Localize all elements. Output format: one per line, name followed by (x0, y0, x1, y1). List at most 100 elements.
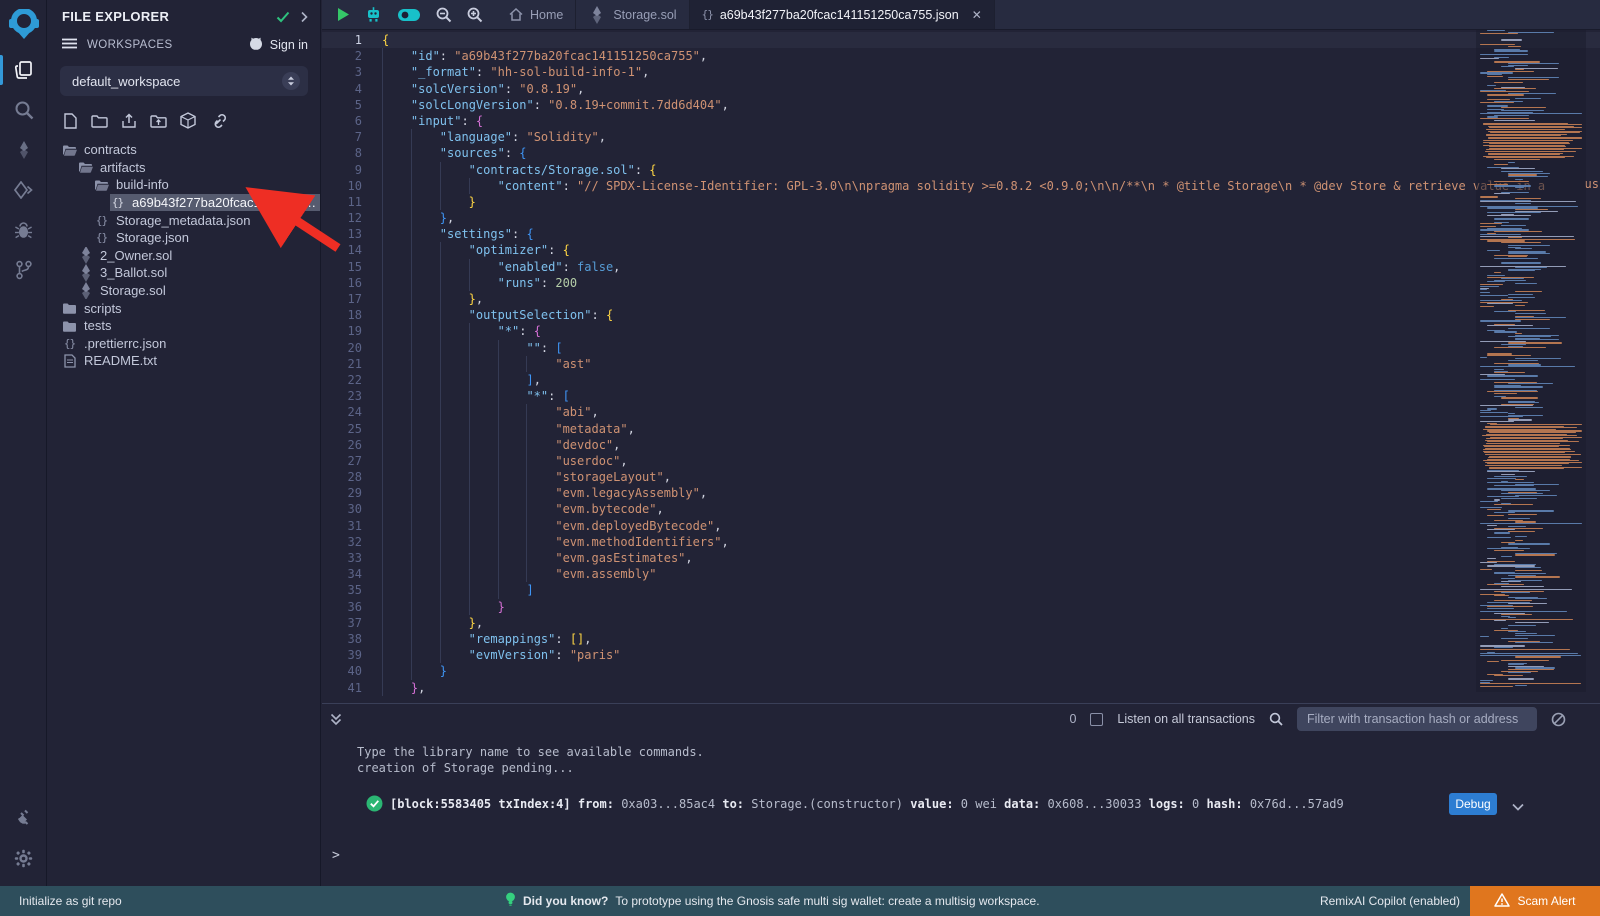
minimap[interactable] (1476, 30, 1586, 692)
link-icon[interactable] (209, 113, 227, 129)
tab-Storage.sol[interactable]: Storage.sol (576, 0, 689, 29)
code-line: 20 "": [ (322, 340, 1600, 356)
listen-all-checkbox[interactable] (1090, 713, 1103, 726)
upload-folder-icon[interactable] (150, 114, 167, 128)
copilot-toggle[interactable] (397, 8, 421, 22)
listen-all-label: Listen on all transactions (1117, 712, 1255, 726)
folder-open-icon (78, 161, 93, 173)
clear-console-icon[interactable] (1551, 712, 1566, 727)
terminal-collapse-icon[interactable] (330, 713, 342, 726)
check-icon (276, 11, 290, 23)
file-explorer-icon (14, 60, 34, 80)
tx-count-badge: 0 (1069, 712, 1076, 726)
rail-item-solidity-compiler[interactable] (0, 130, 47, 170)
lightbulb-icon (505, 892, 516, 910)
icon-rail (0, 0, 47, 886)
tree-item[interactable]: {}Storage_metadata.json (94, 211, 320, 229)
code-line: 34 "evm.assembly" (322, 566, 1600, 582)
tab-a69b43f277ba20fcac141151250ca755.json[interactable]: {}a69b43f277ba20fcac141151250ca755.json✕ (690, 0, 995, 29)
tab-label: Storage.sol (613, 8, 676, 22)
code-line: 37 }, (322, 615, 1600, 631)
did-you-know-tip: Did you know? To prototype using the Gno… (505, 892, 1040, 910)
code-area[interactable]: 1{2 "id": "a69b43f277ba20fcac141151250ca… (322, 30, 1600, 703)
tree-item-label: contracts (84, 142, 137, 157)
tree-item[interactable]: scripts (62, 299, 320, 317)
file-explorer-panel: FILE EXPLORER WORKSPACES Sign in default… (48, 0, 321, 886)
tree-item-label: Storage.json (116, 230, 189, 245)
tree-item-label: README.txt (84, 353, 157, 368)
tree-item-label: Storage.sol (100, 283, 166, 298)
debug-button[interactable]: Debug (1449, 793, 1497, 815)
rail-item-plugin-manager[interactable] (0, 798, 47, 838)
tree-item[interactable]: 3_Ballot.sol (78, 264, 320, 282)
remix-logo-icon[interactable] (0, 0, 47, 50)
tree-item-label: artifacts (100, 160, 146, 175)
new-folder-icon[interactable] (91, 114, 108, 128)
rail-item-search[interactable] (0, 90, 47, 130)
editor-region: Home Storage.sol {}a69b43f277ba20fcac14115… (322, 0, 1600, 703)
solidity-icon (78, 264, 93, 282)
remix-ide-window: FILE EXPLORER WORKSPACES Sign in default… (0, 0, 1600, 916)
run-script-button[interactable] (337, 7, 350, 22)
folder-open-icon (94, 179, 109, 191)
rail-item-deploy-and-run[interactable] (0, 170, 47, 210)
tree-item[interactable]: artifacts (78, 159, 320, 177)
tree-item[interactable]: README.txt (62, 352, 320, 370)
tree-item[interactable]: tests (62, 317, 320, 335)
sign-in-button[interactable]: Sign in (248, 37, 308, 54)
terminal-panel: 0 Listen on all transactions Type the li… (322, 703, 1600, 886)
json-icon: {} (62, 337, 77, 350)
code-line: 19 "*": { (322, 323, 1600, 339)
tree-item-label: scripts (84, 301, 122, 316)
plugin-manager-icon (14, 809, 33, 828)
tree-item-label: 3_Ballot.sol (100, 265, 167, 280)
code-line: 32 "evm.methodIdentifiers", (322, 534, 1600, 550)
tree-item[interactable]: build-info (94, 176, 320, 194)
code-line: 22 ], (322, 372, 1600, 388)
code-overflow-fragment: us (1585, 177, 1599, 191)
tree-item-label: 2_Owner.sol (100, 248, 172, 263)
terminal-search-icon[interactable] (1269, 712, 1283, 726)
collapse-panel-icon[interactable] (300, 11, 308, 23)
rail-item-settings[interactable] (0, 838, 47, 878)
json-icon: {} (110, 196, 125, 209)
zoom-out-icon[interactable] (436, 7, 452, 23)
home-icon (509, 8, 523, 21)
create-workspace-icon[interactable] (180, 112, 196, 129)
workspace-caret-icon[interactable] (282, 72, 300, 90)
workspaces-menu-icon[interactable] (62, 36, 77, 54)
folder-open-icon (62, 144, 77, 156)
upload-file-icon[interactable] (121, 113, 137, 129)
code-line: 5 "solcLongVersion": "0.8.19+commit.7dd6… (322, 97, 1600, 113)
scam-alert-badge[interactable]: Scam Alert (1470, 886, 1600, 916)
transaction-row[interactable]: [block:5583405 txIndex:4] from: 0xa03...… (322, 793, 1600, 817)
rail-item-file-explorer[interactable] (0, 50, 47, 90)
code-line: 28 "storageLayout", (322, 469, 1600, 485)
ai-copilot-icon[interactable] (365, 6, 382, 23)
tree-item[interactable]: Storage.sol (78, 282, 320, 300)
solidity-icon (78, 282, 93, 300)
tab-Home[interactable]: Home (497, 0, 576, 29)
tree-item[interactable]: 2_Owner.sol (78, 247, 320, 265)
git-init-button[interactable]: Initialize as git repo (0, 894, 122, 908)
code-line: 18 "outputSelection": { (322, 307, 1600, 323)
code-line: 31 "evm.deployedBytecode", (322, 518, 1600, 534)
zoom-in-icon[interactable] (467, 7, 483, 23)
close-tab-icon[interactable]: ✕ (972, 9, 982, 21)
tree-item[interactable]: contracts (62, 141, 320, 159)
code-line: 11 } (322, 194, 1600, 210)
workspace-selected-value: default_workspace (72, 74, 282, 89)
copilot-status[interactable]: RemixAI Copilot (enabled) (1320, 894, 1460, 908)
tx-filter-input[interactable] (1297, 707, 1537, 731)
tx-expand-icon[interactable] (1512, 796, 1524, 815)
tree-item[interactable]: {}Storage.json (94, 229, 320, 247)
tree-item[interactable]: {}a69b43f277ba20fcac141151250ca7... (110, 194, 320, 212)
sign-in-label: Sign in (270, 38, 308, 52)
new-file-icon[interactable] (63, 113, 78, 129)
rail-item-debugger[interactable] (0, 210, 47, 250)
terminal-prompt[interactable]: > (332, 848, 340, 863)
code-line: 8 "sources": { (322, 145, 1600, 161)
rail-item-git[interactable] (0, 250, 47, 290)
workspace-select[interactable]: default_workspace (60, 66, 308, 96)
tree-item[interactable]: {}.prettierrc.json (62, 335, 320, 353)
